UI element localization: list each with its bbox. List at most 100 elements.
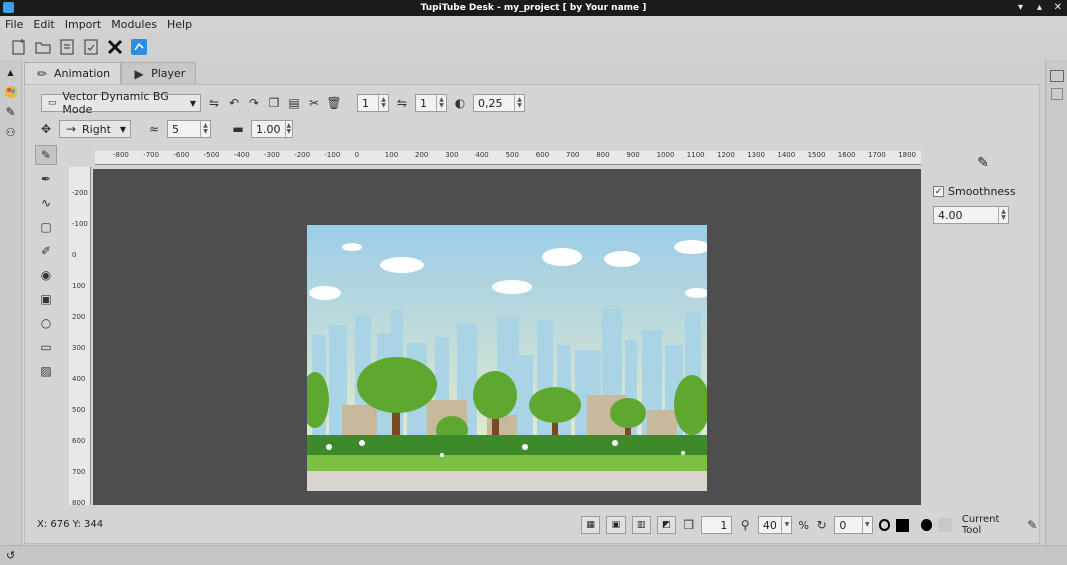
- grid-icon[interactable]: ▦: [581, 516, 601, 534]
- tab-animation[interactable]: ✏ Animation: [24, 62, 122, 84]
- pencil-icon: ✎: [977, 155, 989, 171]
- play-icon: ▶: [134, 66, 144, 81]
- scale-spin[interactable]: 1.00 ▲ ▼: [251, 120, 293, 138]
- bg-color-swatch[interactable]: [938, 518, 952, 532]
- ruler-tick-label: 200: [72, 313, 86, 321]
- image-tool-icon[interactable]: ▨: [35, 361, 57, 381]
- window-title: TupiTube Desk - my_project [ by Your nam…: [420, 3, 647, 13]
- delete-icon[interactable]: 🗑: [326, 96, 341, 110]
- ruler-tick-label: -200: [294, 151, 311, 159]
- save-as-icon[interactable]: [82, 38, 100, 56]
- layers-icon[interactable]: ❒: [682, 518, 695, 532]
- collapse-arrow-icon[interactable]: ▲: [3, 64, 19, 80]
- minimize-button[interactable]: ▾: [1018, 0, 1023, 16]
- zoom-select[interactable]: 40 ▼: [757, 516, 793, 534]
- scenes-panel-icon[interactable]: [1049, 70, 1064, 82]
- color-palette-icon[interactable]: [3, 84, 19, 100]
- arrow-right-icon: →: [65, 122, 77, 136]
- ink-tool-icon[interactable]: ✒: [35, 169, 57, 189]
- safe-area-icon[interactable]: ▣: [606, 516, 626, 534]
- zoom-percent-label: %: [798, 518, 809, 532]
- menu-file[interactable]: File: [5, 16, 29, 34]
- ruler-tick-label: 300: [445, 151, 459, 159]
- frame-input[interactable]: 1: [701, 516, 733, 534]
- scale-icon: ▬: [232, 122, 244, 136]
- menu-bar: File Edit Import Modules Help: [0, 16, 1067, 34]
- ruler-tick-label: 1500: [807, 151, 826, 159]
- ruler-tick-label: 700: [566, 151, 580, 159]
- onion-skin-icon[interactable]: ⇋: [395, 96, 409, 110]
- undo-icon[interactable]: ↺: [6, 549, 15, 562]
- save-icon[interactable]: [58, 38, 76, 56]
- close-project-icon[interactable]: [106, 38, 124, 56]
- cut-icon[interactable]: ✂: [307, 96, 321, 110]
- ruler-tick-label: -300: [264, 151, 280, 159]
- ruler-tick-label: 1200: [717, 151, 735, 159]
- left-dock: ▲ ✎ ⚇: [0, 60, 22, 545]
- direction-select[interactable]: → Right ▼: [59, 120, 131, 138]
- chevron-down-icon: ▼: [119, 124, 126, 134]
- smoothness-checkbox[interactable]: ✓: [933, 186, 944, 197]
- pencil-tool-icon[interactable]: ✎: [35, 145, 57, 165]
- bg-mode-select[interactable]: ▭ Vector Dynamic BG Mode ▼: [41, 90, 201, 116]
- eye-tool-icon[interactable]: ◉: [35, 265, 57, 285]
- library-icon[interactable]: ⚇: [3, 124, 19, 140]
- ruler-tick-label: -100: [72, 220, 88, 228]
- view-controls: ▦ ▣ ▥ ◩ ❒ 1 ⚲ 40 ▼ % ↻ 0 ▼ Current Tool …: [581, 514, 1039, 536]
- rotate-view-icon[interactable]: ◩: [656, 516, 677, 534]
- ruler-tick-label: 800: [596, 151, 610, 159]
- ruler-tick-label: -700: [143, 151, 160, 159]
- pen-properties-icon[interactable]: ✎: [3, 104, 19, 120]
- copy-icon[interactable]: ❐: [267, 96, 281, 110]
- ruler-tick-label: 700: [72, 468, 86, 476]
- frame-spin-b[interactable]: 1 ▲ ▼: [415, 94, 447, 112]
- tab-player[interactable]: ▶ Player: [121, 62, 197, 84]
- maximize-button[interactable]: ▴: [1037, 0, 1042, 16]
- cursor-coordinates: X: 676 Y: 344: [37, 519, 104, 530]
- ruler-tick-label: -400: [233, 151, 250, 159]
- shift-spin[interactable]: 5 ▲ ▼: [167, 120, 211, 138]
- ruler-tick-label: 600: [535, 151, 550, 159]
- ruler-tick-label: 0: [354, 151, 360, 159]
- frame-spin-a[interactable]: 1 ▲ ▼: [357, 94, 389, 112]
- ruler-tick-label: 100: [384, 151, 399, 159]
- open-folder-icon[interactable]: [34, 38, 52, 56]
- camera-tool-icon[interactable]: ▭: [35, 337, 57, 357]
- rotation-select[interactable]: 0 ▼: [834, 516, 873, 534]
- ruler-tick-label: 400: [475, 151, 489, 159]
- menu-help[interactable]: Help: [167, 16, 198, 34]
- opacity-spin[interactable]: 0,25 ▲ ▼: [473, 94, 525, 112]
- fill-tool-icon[interactable]: ✐: [35, 241, 57, 261]
- bg-move-right-icon[interactable]: ↷: [247, 96, 261, 110]
- tupitube-share-icon[interactable]: [130, 38, 148, 56]
- circle-tool-icon[interactable]: ○: [35, 313, 57, 333]
- exposure-panel-icon[interactable]: [1050, 88, 1063, 100]
- tool-properties: ✎ ✓ Smoothness 4.00 ▲ ▼: [933, 155, 1033, 224]
- bg-move-left-icon[interactable]: ↶: [227, 96, 241, 110]
- bg-mode-icon: ▭: [47, 98, 57, 108]
- smoothness-spin[interactable]: 4.00 ▲ ▼: [933, 206, 1009, 224]
- paste-icon[interactable]: ▤: [287, 96, 301, 110]
- drawing-canvas[interactable]: [93, 169, 921, 505]
- close-window-button[interactable]: ✕: [1054, 0, 1062, 16]
- guides-icon[interactable]: ▥: [631, 516, 651, 534]
- menu-import[interactable]: Import: [65, 16, 108, 34]
- ruler-tick-label: 800: [72, 499, 86, 505]
- move-icon[interactable]: ✥: [39, 122, 53, 136]
- ruler-tick-label: 500: [505, 151, 519, 159]
- bg-flip-icon[interactable]: ⇋: [207, 96, 221, 110]
- ruler-tick-label: -800: [113, 151, 129, 159]
- animation-panel: ▭ Vector Dynamic BG Mode ▼ ⇋ ↶ ↷ ❐ ▤ ✂ 🗑…: [24, 84, 1040, 544]
- polyline-tool-icon[interactable]: ∿: [35, 193, 57, 213]
- menu-edit[interactable]: Edit: [33, 16, 60, 34]
- outline-color-icon[interactable]: [878, 519, 891, 531]
- ruler-tick-label: 1000: [656, 151, 675, 159]
- eraser-tool-icon[interactable]: ▣: [35, 289, 57, 309]
- ruler-tick-label: 600: [72, 437, 86, 445]
- fill-color-icon[interactable]: [896, 518, 909, 532]
- menu-modules[interactable]: Modules: [111, 16, 163, 34]
- main-toolbar: [0, 34, 1067, 60]
- bushes: [307, 435, 707, 457]
- new-project-icon[interactable]: [10, 38, 28, 56]
- rectangle-tool-icon[interactable]: ▢: [35, 217, 57, 237]
